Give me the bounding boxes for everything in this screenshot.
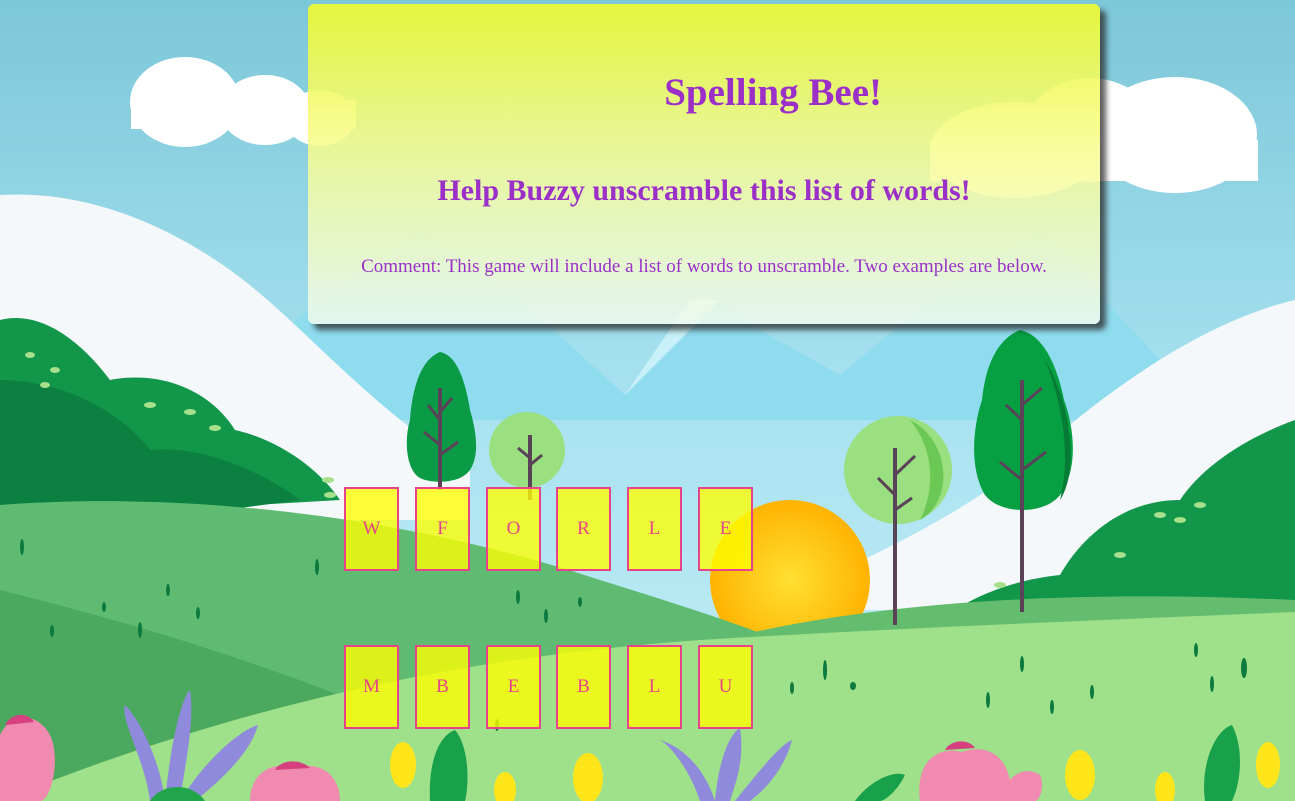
letter-tile[interactable]: F (415, 487, 470, 571)
instructions-panel: Spelling Bee! Help Buzzy unscramble this… (308, 4, 1100, 324)
letter-tile[interactable]: W (344, 487, 399, 571)
letter-tile[interactable]: E (698, 487, 753, 571)
letter-tile[interactable]: B (415, 645, 470, 729)
game-comment: Comment: This game will include a list o… (361, 256, 1047, 277)
letter-tile[interactable]: E (486, 645, 541, 729)
letter-tile[interactable]: O (486, 487, 541, 571)
letter-tile[interactable]: L (627, 487, 682, 571)
letter-tile[interactable]: R (556, 487, 611, 571)
page-title: Spelling Bee! (664, 71, 882, 114)
letter-tile[interactable]: B (556, 645, 611, 729)
letter-tile[interactable]: U (698, 645, 753, 729)
letter-tile[interactable]: L (627, 645, 682, 729)
letter-tile[interactable]: M (344, 645, 399, 729)
page-subtitle: Help Buzzy unscramble this list of words… (437, 174, 971, 207)
